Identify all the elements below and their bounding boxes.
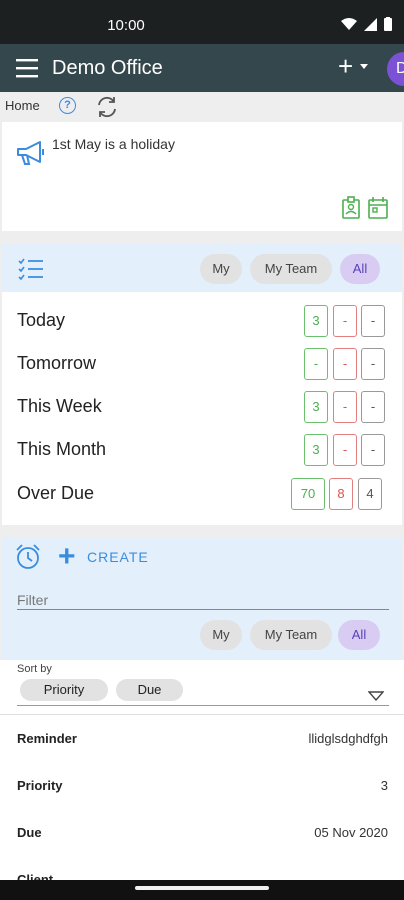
reminder-filter-input[interactable]: Filter xyxy=(17,592,389,610)
wifi-icon xyxy=(341,18,357,30)
user-avatar[interactable]: D xyxy=(387,52,404,86)
alarm-clock-icon xyxy=(16,544,40,569)
detail-value-reminder: llidglsdghdfgh xyxy=(308,731,388,746)
week-count-overdue[interactable]: - xyxy=(333,391,357,423)
tomorrow-count-other[interactable]: - xyxy=(361,348,385,380)
today-count-open[interactable]: 3 xyxy=(304,305,328,337)
announcement-card: 1st May is a holiday xyxy=(2,122,402,231)
task-row-label-this-week[interactable]: This Week xyxy=(17,396,102,417)
add-menu-button[interactable]: + xyxy=(338,53,353,79)
reminder-detail: Reminder llidglsdghdfgh Priority 3 Due 0… xyxy=(0,715,404,880)
help-icon[interactable]: ? xyxy=(59,97,76,114)
tasks-filter-all[interactable]: All xyxy=(340,254,380,284)
task-row-label-this-month[interactable]: This Month xyxy=(17,439,106,460)
gesture-handle[interactable] xyxy=(135,886,269,890)
detail-key-client: Client xyxy=(17,872,54,880)
overdue-count-overdue[interactable]: 8 xyxy=(329,478,353,510)
week-count-open[interactable]: 3 xyxy=(304,391,328,423)
tasks-card: My My Team All Today 3 - - Tomorrow - - … xyxy=(2,244,402,525)
detail-value-priority: 3 xyxy=(380,778,388,793)
reminders-filter-all[interactable]: All xyxy=(338,620,380,650)
detail-key-reminder: Reminder xyxy=(17,731,77,746)
month-count-overdue[interactable]: - xyxy=(333,434,357,466)
megaphone-icon xyxy=(17,141,44,165)
tasks-header: My My Team All xyxy=(2,244,402,292)
status-bar: 10:00 xyxy=(0,0,404,44)
dropdown-triangle-icon[interactable] xyxy=(368,691,384,701)
reminders-filter-my[interactable]: My xyxy=(200,620,242,650)
reminders-filter-my-team[interactable]: My Team xyxy=(250,620,332,650)
sort-by-label: Sort by xyxy=(17,663,52,675)
detail-value-due: 05 Nov 2020 xyxy=(314,825,388,840)
create-plus-icon[interactable]: + xyxy=(58,542,76,572)
sort-chip-due[interactable]: Due xyxy=(116,679,183,701)
tomorrow-count-overdue[interactable]: - xyxy=(333,348,357,380)
task-row-label-tomorrow[interactable]: Tomorrow xyxy=(17,353,96,374)
breadcrumb-home[interactable]: Home xyxy=(5,98,40,113)
attendance-badge-icon[interactable] xyxy=(341,196,361,220)
tomorrow-count-open[interactable]: - xyxy=(304,348,328,380)
app-bar: Demo Office + D xyxy=(0,44,404,92)
month-count-other[interactable]: - xyxy=(361,434,385,466)
battery-icon xyxy=(384,17,392,31)
breadcrumb: Home ? xyxy=(0,92,404,120)
sort-chip-priority[interactable]: Priority xyxy=(20,679,108,701)
refresh-icon[interactable] xyxy=(95,95,119,119)
today-count-other[interactable]: - xyxy=(361,305,385,337)
app-title: Demo Office xyxy=(52,57,163,79)
checklist-icon xyxy=(18,258,43,280)
month-count-open[interactable]: 3 xyxy=(304,434,328,466)
overdue-count-open[interactable]: 70 xyxy=(291,478,325,510)
detail-key-due: Due xyxy=(17,825,42,840)
tasks-filter-my-team[interactable]: My Team xyxy=(250,254,332,284)
calendar-icon[interactable] xyxy=(367,196,389,220)
hamburger-menu-icon[interactable] xyxy=(16,57,40,79)
create-reminder-button[interactable]: CREATE xyxy=(87,549,149,565)
sort-bar: Sort by Priority Due xyxy=(0,660,404,715)
task-row-label-over-due[interactable]: Over Due xyxy=(17,483,94,504)
chevron-down-icon[interactable] xyxy=(360,64,368,69)
today-count-overdue[interactable]: - xyxy=(333,305,357,337)
sort-divider xyxy=(17,705,389,706)
detail-key-priority: Priority xyxy=(17,778,63,793)
week-count-other[interactable]: - xyxy=(361,391,385,423)
task-row-label-today[interactable]: Today xyxy=(17,310,65,331)
status-time: 10:00 xyxy=(107,17,145,34)
overdue-count-other[interactable]: 4 xyxy=(358,478,382,510)
signal-icon xyxy=(364,17,377,31)
announcement-text: 1st May is a holiday xyxy=(52,136,175,152)
status-icons xyxy=(341,17,392,31)
system-nav-bar xyxy=(0,880,404,900)
tasks-filter-my[interactable]: My xyxy=(200,254,242,284)
